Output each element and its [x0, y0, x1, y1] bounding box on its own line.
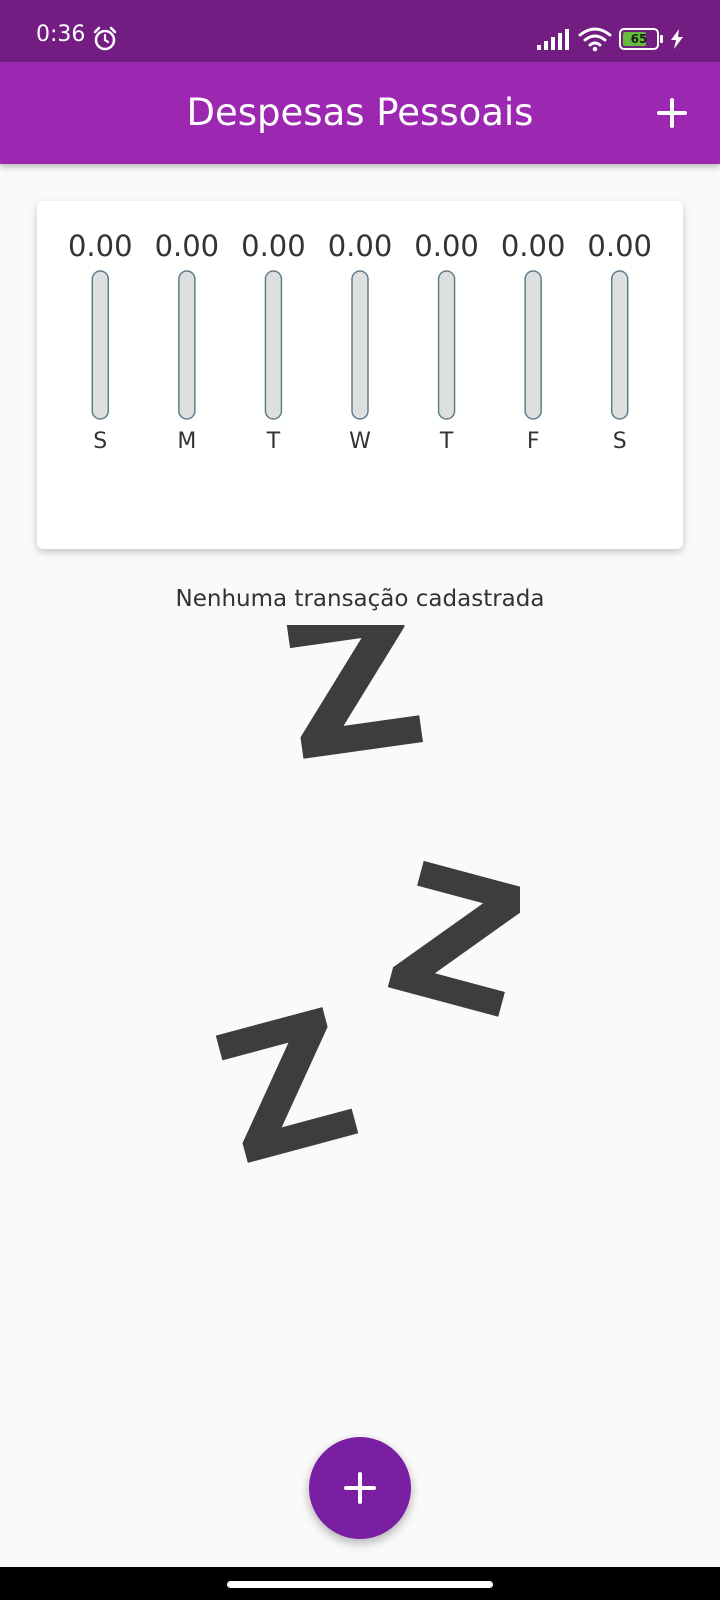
plus-icon — [657, 98, 687, 128]
day-label: S — [93, 429, 107, 454]
bar-value-label: 0.00 — [68, 229, 133, 263]
status-bar: 0:36 65 — [0, 0, 720, 62]
day-label: F — [527, 429, 540, 454]
empty-state-message: Nenhuma transação cadastrada — [175, 586, 545, 612]
bar-value-label: 0.00 — [414, 229, 479, 263]
app-title: Despesas Pessoais — [186, 91, 534, 134]
bar-value-label: 0.00 — [241, 229, 306, 263]
app-bar: Despesas Pessoais — [0, 62, 720, 164]
bar-value-label: 0.00 — [328, 229, 393, 263]
zzz-letter-middle: Z — [369, 825, 520, 1061]
zzz-letter-small: Z — [200, 971, 377, 1205]
bar-track — [610, 270, 629, 420]
add-fab-button[interactable] — [309, 1437, 411, 1539]
sleeping-zzz-icon: Z Z Z — [200, 625, 520, 1205]
day-label: T — [439, 429, 454, 454]
status-time: 0:36 — [36, 22, 86, 47]
weekly-chart-card: 0.00 S 0.00 M 0.00 T 0.00 W 0.00 T 0.00 F 0.00 S — [37, 201, 683, 549]
system-nav-bar — [0, 1567, 720, 1600]
day-label: S — [613, 429, 627, 454]
bar-track — [264, 270, 283, 420]
add-transaction-button[interactable] — [650, 91, 694, 135]
bar-value-label: 0.00 — [155, 229, 220, 263]
day-label: M — [177, 429, 196, 454]
bar-track — [91, 270, 110, 420]
day-label: T — [266, 429, 281, 454]
bar-track — [351, 270, 369, 420]
charging-bolt-icon — [671, 29, 683, 49]
home-indicator[interactable] — [227, 1581, 493, 1588]
day-label: W — [349, 429, 371, 454]
alarm-icon — [93, 26, 117, 51]
bar-track — [437, 270, 456, 420]
bar-value-label: 0.00 — [587, 229, 652, 263]
battery-level: 65 — [630, 32, 648, 46]
bar-value-label: 0.00 — [501, 229, 566, 263]
bar-track — [524, 270, 542, 420]
plus-icon — [344, 1472, 376, 1504]
wifi-icon — [578, 27, 612, 52]
bar-track — [178, 270, 196, 420]
zzz-letter-large: Z — [271, 625, 438, 805]
signal-icon — [537, 29, 569, 50]
weekly-bar-chart: 0.00 S 0.00 M 0.00 T 0.00 W 0.00 T 0.00 F 0.00 S — [68, 229, 652, 454]
